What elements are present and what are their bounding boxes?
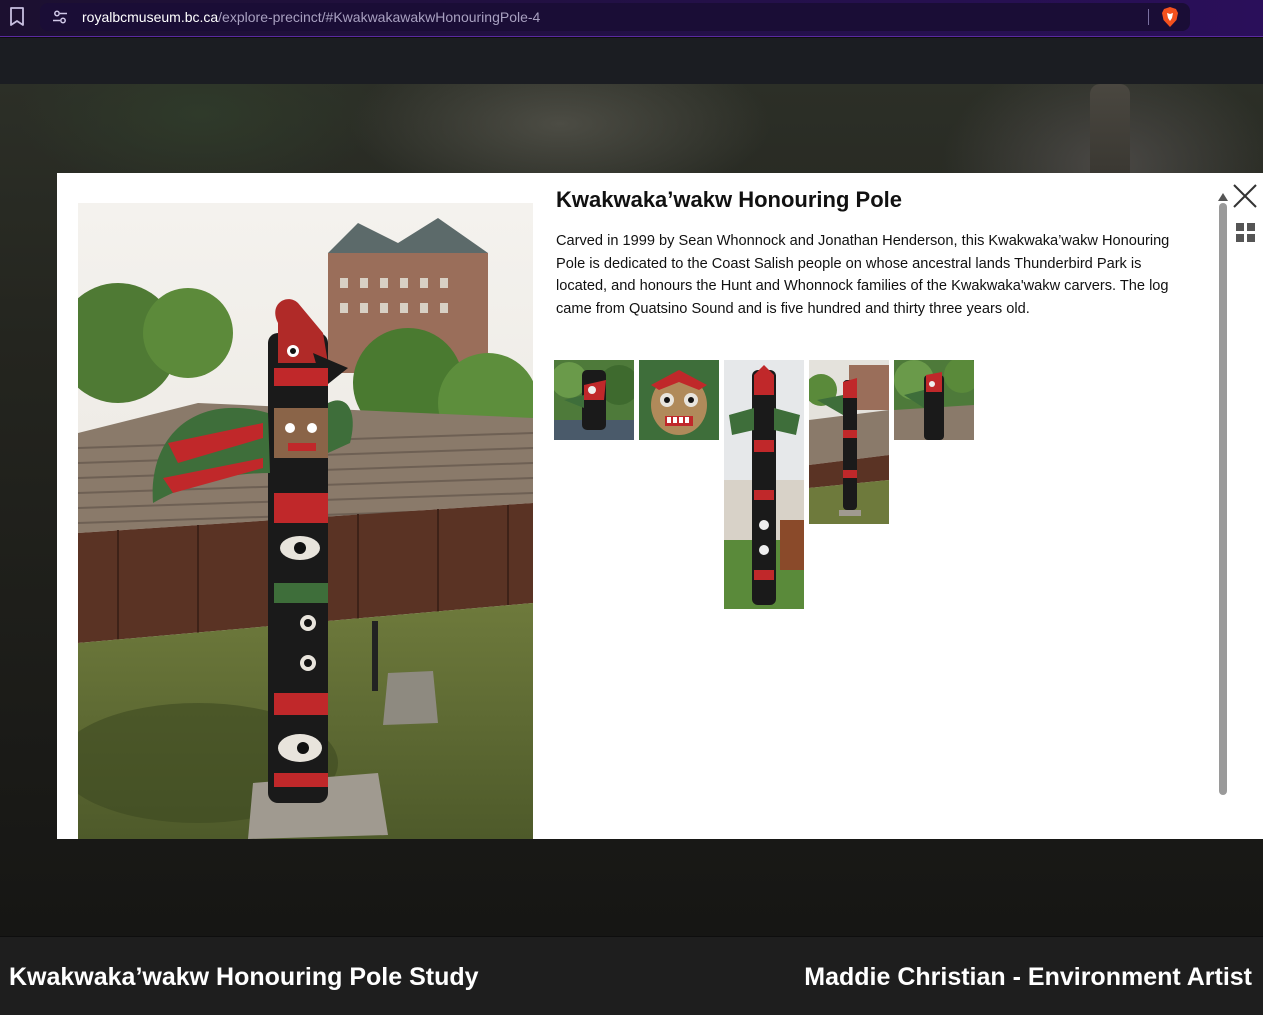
- hero-photo: [78, 203, 533, 839]
- address-bar[interactable]: royalbcmuseum.bc.ca/explore-precinct/#Kw…: [40, 3, 1190, 31]
- thumbnail-4[interactable]: [809, 360, 889, 524]
- background-totem: [1090, 84, 1130, 174]
- scroll-up-arrow-icon[interactable]: [1218, 188, 1228, 201]
- site-header: [0, 38, 1263, 84]
- url-host: royalbcmuseum.bc.ca: [82, 9, 219, 25]
- thumbnail-1[interactable]: [554, 360, 634, 440]
- grid-view-icon[interactable]: [1236, 223, 1256, 243]
- thumbnail-5[interactable]: [894, 360, 974, 440]
- modal-description: Carved in 1999 by Sean Whonnock and Jona…: [556, 233, 1170, 317]
- caption-credit: Maddie Christian - Environment Artist: [804, 963, 1252, 991]
- url-text[interactable]: royalbcmuseum.bc.ca/explore-precinct/#Kw…: [82, 8, 540, 26]
- caption-bar: Kwakwaka’wakw Honouring Pole Study Maddi…: [0, 937, 1263, 1015]
- modal-title: Kwakwaka’wakw Honouring Pole: [556, 187, 902, 212]
- close-icon[interactable]: [1231, 182, 1259, 210]
- scrollbar[interactable]: [1219, 203, 1227, 795]
- caption-title: Kwakwaka’wakw Honouring Pole Study: [9, 963, 479, 991]
- url-path: /explore-precinct/#KwakwakawakwHonouring…: [218, 9, 541, 25]
- info-modal: Kwakwaka’wakw Honouring Pole Carved in 1…: [57, 173, 1263, 839]
- browser-toolbar: royalbcmuseum.bc.ca/explore-precinct/#Kw…: [0, 0, 1263, 37]
- site-settings-icon[interactable]: [52, 9, 68, 25]
- scrollbar-thumb[interactable]: [1219, 203, 1227, 795]
- thumbnail-3[interactable]: [724, 360, 804, 609]
- brave-shield-icon[interactable]: [1160, 6, 1180, 28]
- url-divider: [1148, 9, 1149, 25]
- bookmark-icon[interactable]: [9, 7, 25, 27]
- thumbnail-2[interactable]: [639, 360, 719, 440]
